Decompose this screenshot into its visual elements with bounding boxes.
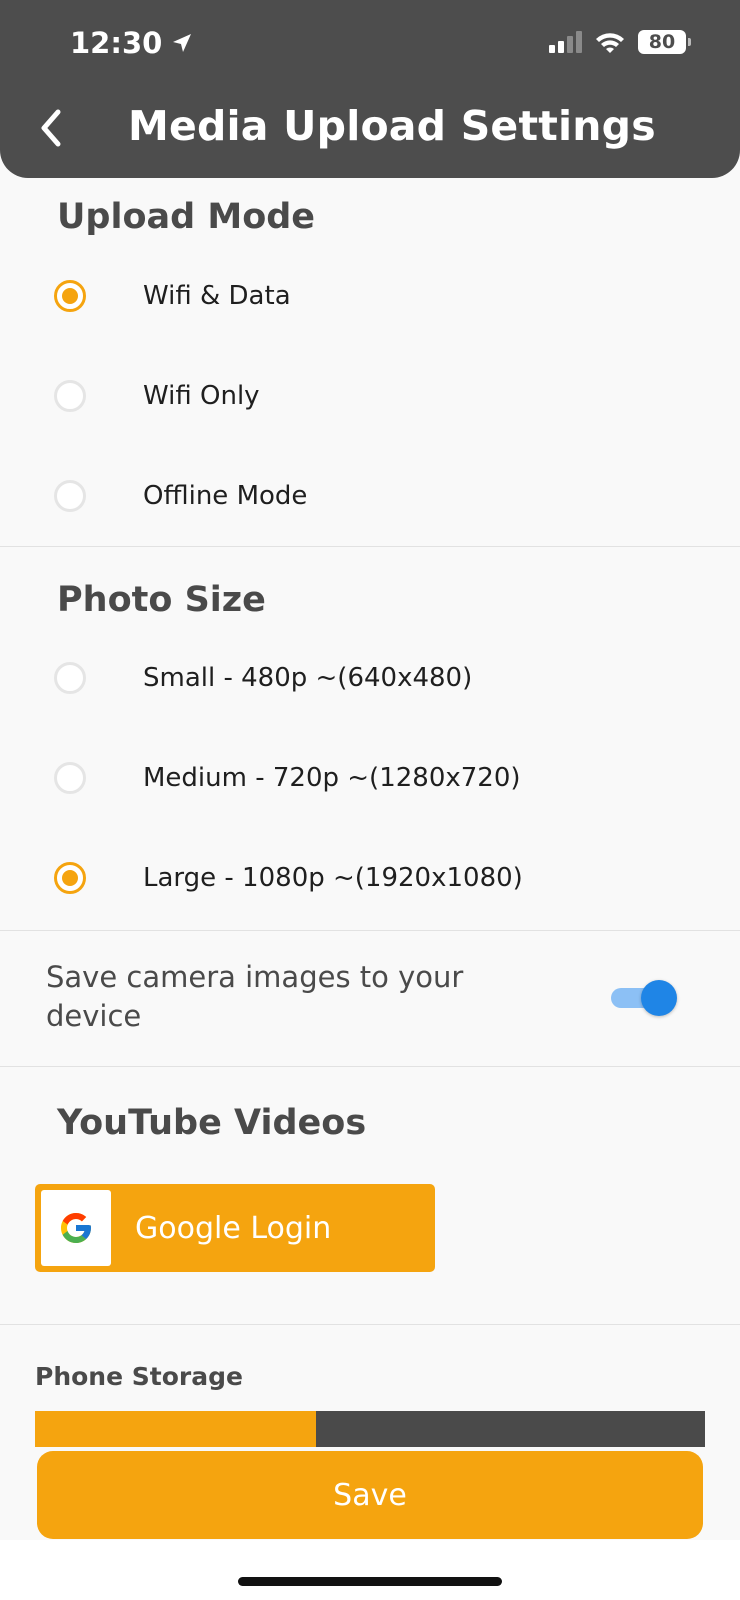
photo-size-option-small[interactable]: Small - 480p ~(640x480) (0, 648, 740, 708)
divider (0, 546, 740, 547)
photo-size-title: Photo Size (57, 580, 266, 620)
divider (0, 930, 740, 931)
page-title: Media Upload Settings (128, 102, 656, 150)
battery-level: 80 (648, 31, 676, 53)
radio-label: Wifi Only (143, 381, 260, 411)
status-time-text: 12:30 (70, 26, 163, 60)
storage-bar (35, 1411, 705, 1447)
wifi-icon (596, 33, 624, 53)
radio-medium[interactable] (54, 762, 86, 794)
chevron-left-icon (41, 109, 61, 147)
status-indicators: 80 (549, 30, 691, 54)
storage-label: Phone Storage (35, 1362, 243, 1391)
location-arrow-icon (173, 34, 192, 52)
radio-label: Offline Mode (143, 481, 308, 511)
back-button[interactable] (32, 106, 68, 150)
photo-size-option-large[interactable]: Large - 1080p ~(1920x1080) (0, 848, 740, 908)
youtube-title: YouTube Videos (57, 1103, 367, 1143)
google-login-label: Google Login (135, 1210, 332, 1246)
photo-size-option-medium[interactable]: Medium - 720p ~(1280x720) (0, 748, 740, 808)
radio-large[interactable] (54, 862, 86, 894)
upload-option-wifi-only[interactable]: Wifi Only (0, 366, 740, 426)
app-header: 12:30 80 Media Upload Settings (0, 0, 740, 178)
save-camera-toggle[interactable] (611, 980, 677, 1016)
save-camera-label: Save camera images to your device (46, 960, 464, 1033)
upload-option-wifi-data[interactable]: Wifi & Data (0, 266, 740, 326)
divider (0, 1324, 740, 1325)
radio-label: Wifi & Data (143, 281, 291, 311)
home-indicator (238, 1577, 502, 1586)
radio-wifi-data[interactable] (54, 280, 86, 312)
radio-offline[interactable] (54, 480, 86, 512)
radio-label: Small - 480p ~(640x480) (143, 663, 473, 693)
battery-icon: 80 (638, 30, 691, 54)
radio-label: Large - 1080p ~(1920x1080) (143, 863, 523, 893)
radio-label: Medium - 720p ~(1280x720) (143, 763, 521, 793)
status-time: 12:30 (70, 26, 194, 60)
google-logo-icon (41, 1190, 111, 1266)
save-button[interactable]: Save (37, 1451, 703, 1539)
bottom-safe-area (0, 1540, 740, 1600)
toggle-knob (641, 980, 677, 1016)
cellular-signal-icon (549, 31, 582, 53)
upload-mode-title: Upload Mode (57, 197, 316, 237)
upload-option-offline[interactable]: Offline Mode (0, 466, 740, 526)
google-login-button[interactable]: Google Login (35, 1184, 435, 1272)
storage-used-fill (35, 1411, 317, 1447)
radio-wifi-only[interactable] (54, 380, 86, 412)
divider (0, 1066, 740, 1067)
radio-small[interactable] (54, 662, 86, 694)
